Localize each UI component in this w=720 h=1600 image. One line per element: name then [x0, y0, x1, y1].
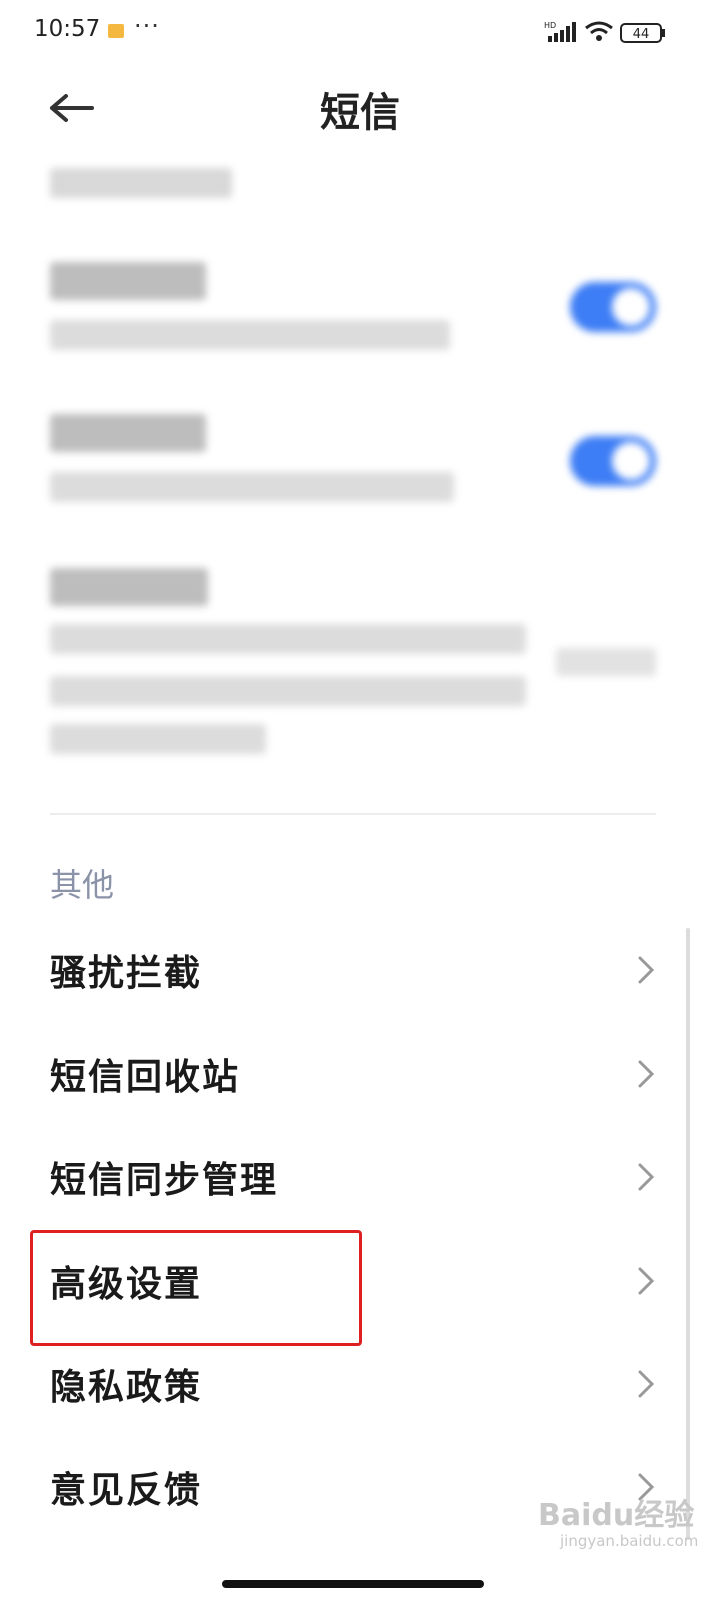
hd-label: HD [544, 21, 556, 30]
scrollbar[interactable] [686, 928, 690, 1540]
setting-subtitle [50, 320, 450, 350]
menu-item-label: 隐私政策 [50, 1367, 203, 1408]
home-indicator[interactable] [222, 1580, 484, 1588]
menu-item-label: 短信回收站 [50, 1057, 241, 1098]
baidu-watermark: Baidu经验 [538, 1498, 695, 1533]
battery-level: 44 [633, 27, 650, 42]
menu-item-harassment-block[interactable]: 骚扰拦截 [0, 920, 690, 1024]
watermark-url: jingyan.baidu.com [560, 1532, 699, 1550]
setting-subtitle [50, 624, 526, 654]
setting-title [50, 414, 206, 452]
highlight-annotation-box [30, 1230, 362, 1346]
blurred-text-line [50, 168, 232, 198]
page-title: 短信 [320, 90, 400, 136]
menu-item-sms-recycle-bin[interactable]: 短信回收站 [0, 1024, 690, 1128]
divider [50, 813, 656, 815]
setting-title [50, 568, 208, 606]
battery-icon: 44 [620, 23, 665, 43]
chevron-right-icon [638, 1163, 655, 1191]
setting-subtitle [50, 676, 526, 706]
setting-toggle[interactable] [570, 436, 656, 486]
section-header-others: 其他 [50, 866, 115, 904]
signal-icon: HD [544, 21, 576, 42]
chevron-right-icon [638, 1267, 655, 1295]
menu-item-sms-sync[interactable]: 短信同步管理 [0, 1127, 690, 1231]
chevron-right-icon [638, 1060, 655, 1088]
menu-item-label: 骚扰拦截 [50, 953, 203, 994]
menu-item-privacy-policy[interactable]: 隐私政策 [0, 1334, 690, 1438]
setting-toggle[interactable] [570, 282, 656, 332]
setting-value[interactable] [556, 648, 656, 676]
status-bar: 10:57 ··· HD 44 [0, 0, 720, 64]
status-time: 10:57 [34, 16, 101, 42]
menu-item-label: 短信同步管理 [50, 1160, 279, 1201]
wifi-icon [585, 21, 613, 41]
setting-title [50, 262, 206, 300]
setting-subtitle [50, 472, 454, 502]
chevron-right-icon [638, 1370, 655, 1398]
setting-subtitle [50, 724, 266, 754]
toggle-knob [612, 288, 650, 326]
notification-icon [108, 24, 124, 38]
menu-item-label: 意见反馈 [50, 1470, 203, 1511]
toggle-knob [612, 442, 650, 480]
chevron-right-icon [638, 956, 655, 984]
more-notifications-icon: ··· [134, 12, 160, 40]
